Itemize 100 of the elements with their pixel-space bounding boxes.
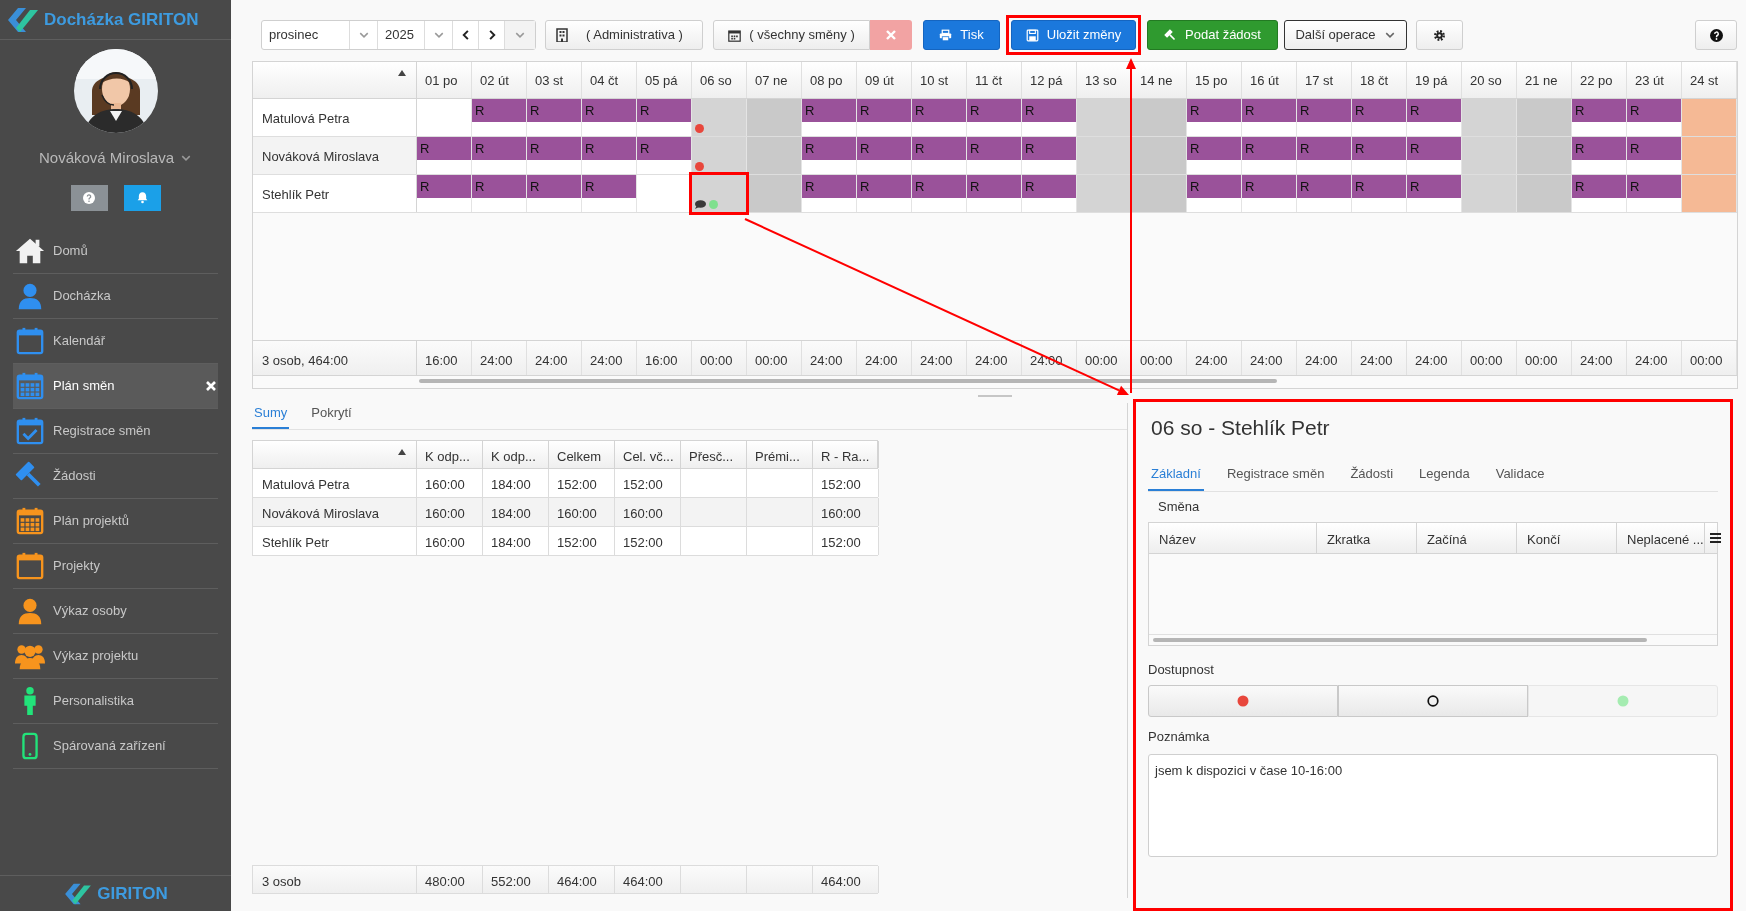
column-header[interactable]: 23 út	[1627, 62, 1682, 98]
shift-cell[interactable]: R	[912, 137, 967, 174]
column-header[interactable]: 08 po	[802, 62, 857, 98]
menu-item[interactable]: Plán projektů	[13, 498, 218, 544]
column-header[interactable]: Zkratka	[1317, 522, 1417, 553]
shift-cell[interactable]: R	[802, 137, 857, 174]
shift-cell[interactable]: R	[1352, 137, 1407, 174]
shift-cell[interactable]: R	[912, 99, 967, 136]
column-header[interactable]: K odp...	[483, 441, 549, 468]
shift-cell[interactable]: R	[857, 137, 912, 174]
shift-cell[interactable]: R	[1022, 99, 1077, 136]
column-header[interactable]: 11 čt	[967, 62, 1022, 98]
column-header[interactable]: Název	[1149, 522, 1317, 553]
column-header[interactable]: 19 pá	[1407, 62, 1462, 98]
column-header[interactable]: 16 út	[1242, 62, 1297, 98]
shift-cell[interactable]: R	[1572, 99, 1627, 136]
column-header[interactable]: 21 ne	[1517, 62, 1572, 98]
column-header[interactable]: 17 st	[1297, 62, 1352, 98]
menu-item[interactable]: Docházka	[13, 273, 218, 319]
shift-cell[interactable]: R	[1627, 99, 1682, 136]
menu-item[interactable]: Plán směn	[13, 363, 218, 409]
tab[interactable]: Žádosti	[1347, 463, 1397, 491]
column-header[interactable]: 24 st	[1682, 62, 1737, 98]
column-header[interactable]: 20 so	[1462, 62, 1517, 98]
shift-cell[interactable]: R	[1242, 175, 1297, 212]
shift-cell[interactable]: R	[912, 175, 967, 212]
tab[interactable]: Registrace směn	[1223, 463, 1328, 491]
shift-cell[interactable]: R	[1297, 137, 1352, 174]
more-actions-button[interactable]: Další operace	[1284, 20, 1407, 50]
column-header[interactable]: 12 pá	[1022, 62, 1077, 98]
shift-cell[interactable]: R	[1352, 175, 1407, 212]
shift-cell[interactable]: R	[472, 137, 527, 174]
shift-cell[interactable]: R	[1572, 175, 1627, 212]
shift-cell[interactable]: R	[1242, 137, 1297, 174]
column-header[interactable]: 01 po	[417, 62, 472, 98]
shift-cell[interactable]: R	[1352, 99, 1407, 136]
column-header[interactable]: R - Ra...	[813, 441, 879, 468]
shift-cell[interactable]: R	[1627, 175, 1682, 212]
menu-item[interactable]: Projekty	[13, 543, 218, 589]
shift-cell[interactable]: R	[1297, 99, 1352, 136]
shift-cell[interactable]: R	[1187, 137, 1242, 174]
shift-cell[interactable]: R	[417, 175, 472, 212]
shift-cell[interactable]: R	[472, 99, 527, 136]
shift-cell[interactable]: R	[1407, 99, 1462, 136]
tab[interactable]: Pokrytí	[309, 402, 354, 429]
shift-cell[interactable]: R	[527, 99, 582, 136]
shift-cell[interactable]: R	[637, 99, 692, 136]
column-header[interactable]: 15 po	[1187, 62, 1242, 98]
menu-item[interactable]: Personalistika	[13, 678, 218, 724]
shift-cell[interactable]: R	[1572, 137, 1627, 174]
shift-cell[interactable]: R	[1187, 175, 1242, 212]
shift-cell[interactable]: R	[802, 99, 857, 136]
menu-item[interactable]: Výkaz osoby	[13, 588, 218, 634]
column-header[interactable]: 18 čt	[1352, 62, 1407, 98]
shift-cell[interactable]: R	[1407, 137, 1462, 174]
department-filter-button[interactable]: ( Administrativa )	[545, 20, 703, 50]
shift-cell[interactable]: R	[857, 99, 912, 136]
menu-item[interactable]: Kalendář	[13, 318, 218, 364]
shift-cell[interactable]: R	[1022, 175, 1077, 212]
shift-cell[interactable]: R	[967, 175, 1022, 212]
save-button[interactable]: Uložit změny	[1011, 20, 1136, 50]
note-field[interactable]: jsem k dispozici v čase 10-16:00	[1148, 753, 1718, 857]
menu-item[interactable]: Registrace směn	[13, 408, 218, 454]
column-header[interactable]: K odp...	[417, 441, 483, 468]
column-header[interactable]: 10 st	[912, 62, 967, 98]
shift-filter-button[interactable]: ( všechny směny )	[713, 20, 870, 50]
year-select[interactable]: 2025	[378, 21, 453, 49]
shift-cell[interactable]: R	[1187, 99, 1242, 136]
menu-item[interactable]: Žádosti	[13, 453, 218, 499]
user-name[interactable]: Nováková Miroslava	[38, 147, 175, 170]
shift-cell[interactable]: R	[637, 137, 692, 174]
shift-cell[interactable]: R	[582, 175, 637, 212]
tab[interactable]: Sumy	[252, 402, 290, 429]
shift-cell[interactable]: R	[527, 175, 582, 212]
column-header[interactable]: Neplacené ...	[1617, 522, 1705, 553]
column-header[interactable]: 07 ne	[747, 62, 802, 98]
column-header[interactable]: Cel. vč...	[615, 441, 681, 468]
request-button[interactable]: Podat žádost	[1147, 20, 1278, 50]
shift-cell[interactable]: R	[1022, 137, 1077, 174]
column-header[interactable]: 02 út	[472, 62, 527, 98]
column-header[interactable]: Celkem	[549, 441, 615, 468]
month-select[interactable]: prosinec	[262, 21, 378, 49]
column-header[interactable]: Prémi...	[747, 441, 813, 468]
shift-cell[interactable]: R	[472, 175, 527, 212]
tab[interactable]: Základní	[1148, 463, 1204, 491]
shift-cell[interactable]: R	[802, 175, 857, 212]
menu-item[interactable]: Výkaz projektu	[13, 633, 218, 679]
column-header[interactable]: 05 pá	[637, 62, 692, 98]
shift-cell[interactable]: R	[967, 99, 1022, 136]
menu-item[interactable]: Domů	[13, 228, 218, 274]
shift-cell[interactable]: R	[1297, 175, 1352, 212]
shift-cell[interactable]: R	[582, 137, 637, 174]
column-header[interactable]: 22 po	[1572, 62, 1627, 98]
column-header[interactable]: Začíná	[1417, 522, 1517, 553]
column-header[interactable]: 09 út	[857, 62, 912, 98]
column-header[interactable]: Končí	[1517, 522, 1617, 553]
tab[interactable]: Validace	[1492, 463, 1548, 491]
shift-cell[interactable]: R	[1407, 175, 1462, 212]
column-header[interactable]: 06 so	[692, 62, 747, 98]
shift-cell[interactable]: R	[582, 99, 637, 136]
